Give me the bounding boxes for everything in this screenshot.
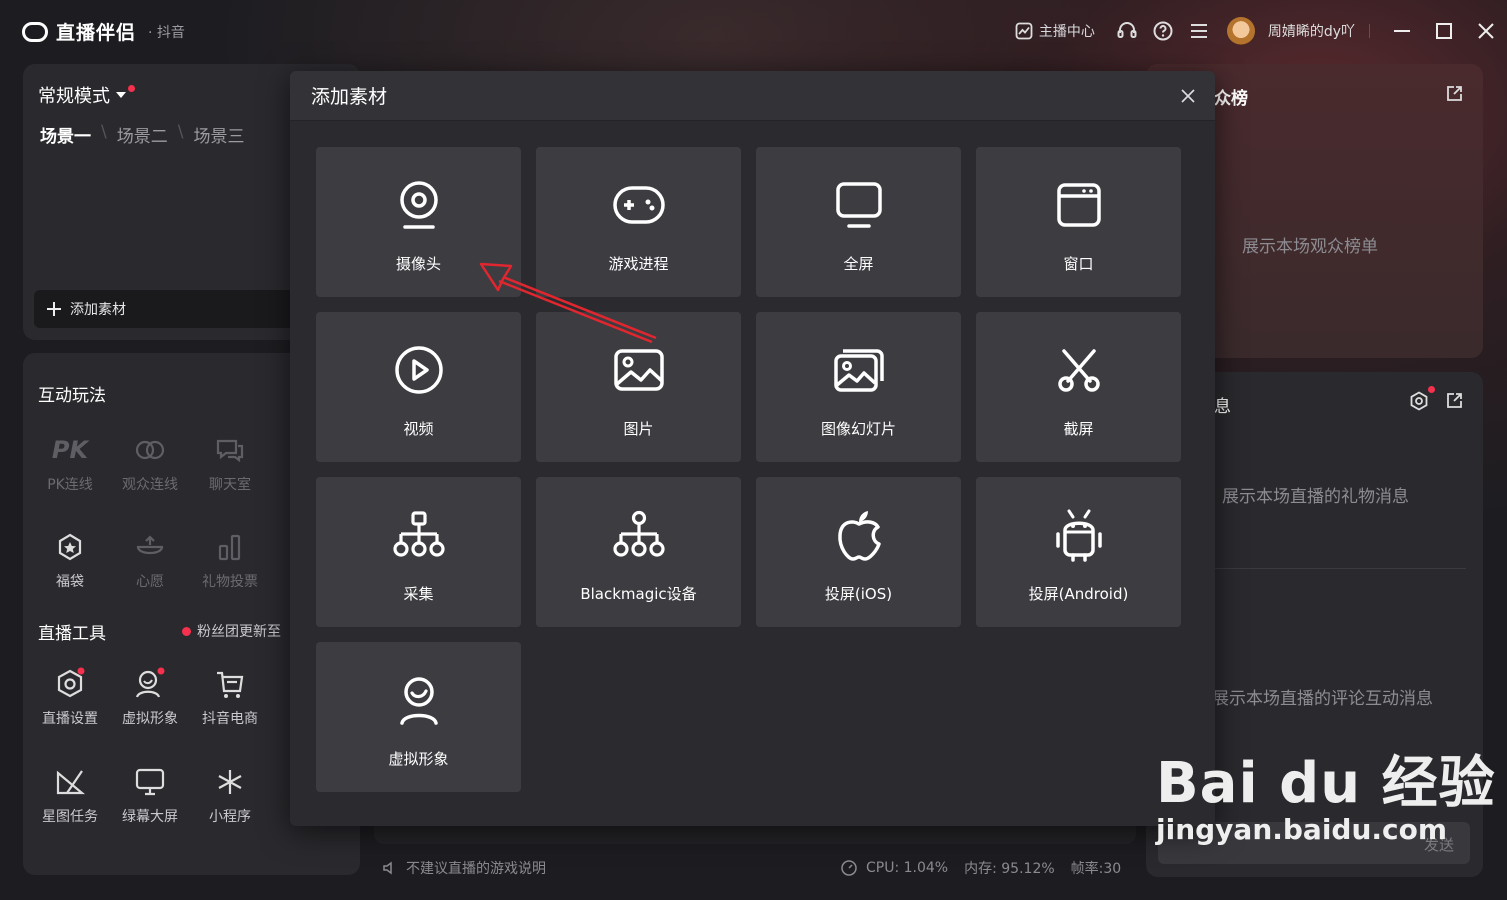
baidu-watermark: Bai du 经验 jingyan.baidu.com: [1156, 738, 1496, 846]
watermark-brand: Bai du 经验: [1156, 751, 1496, 816]
watermark-url: jingyan.baidu.com: [1156, 813, 1448, 846]
